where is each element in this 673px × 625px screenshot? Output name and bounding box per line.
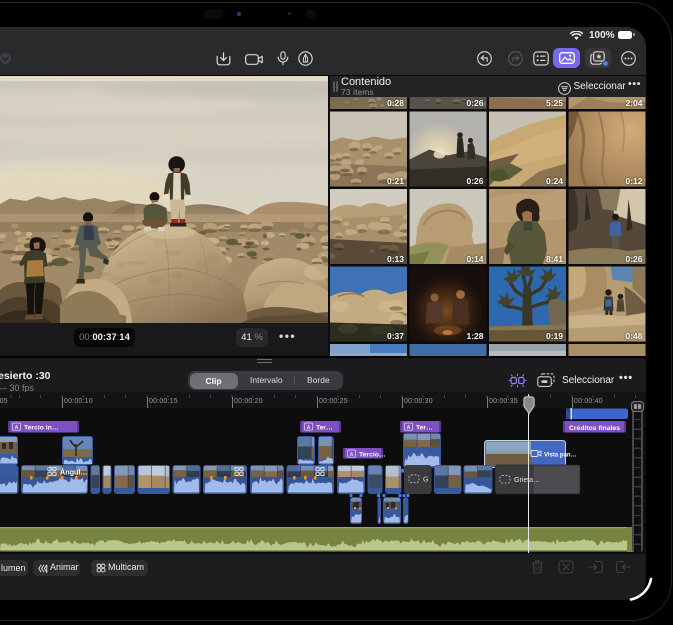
svg-text:A: A [307,425,311,431]
svg-text:G: G [423,477,428,484]
svg-text:Ter…: Ter… [416,424,433,431]
svg-text:A: A [15,425,19,431]
svg-text:A: A [407,425,411,431]
svg-text:A: A [350,452,354,458]
svg-text:Tercio…: Tercio… [359,451,386,458]
svg-text:Tercio in…: Tercio in… [24,424,59,431]
svg-text:Ter…: Ter… [316,424,333,431]
svg-text:Ángul…: Ángul… [60,468,88,477]
svg-text:Créditos finales: Créditos finales [569,425,620,432]
svg-text:Vista pan…: Vista pan… [544,452,577,458]
